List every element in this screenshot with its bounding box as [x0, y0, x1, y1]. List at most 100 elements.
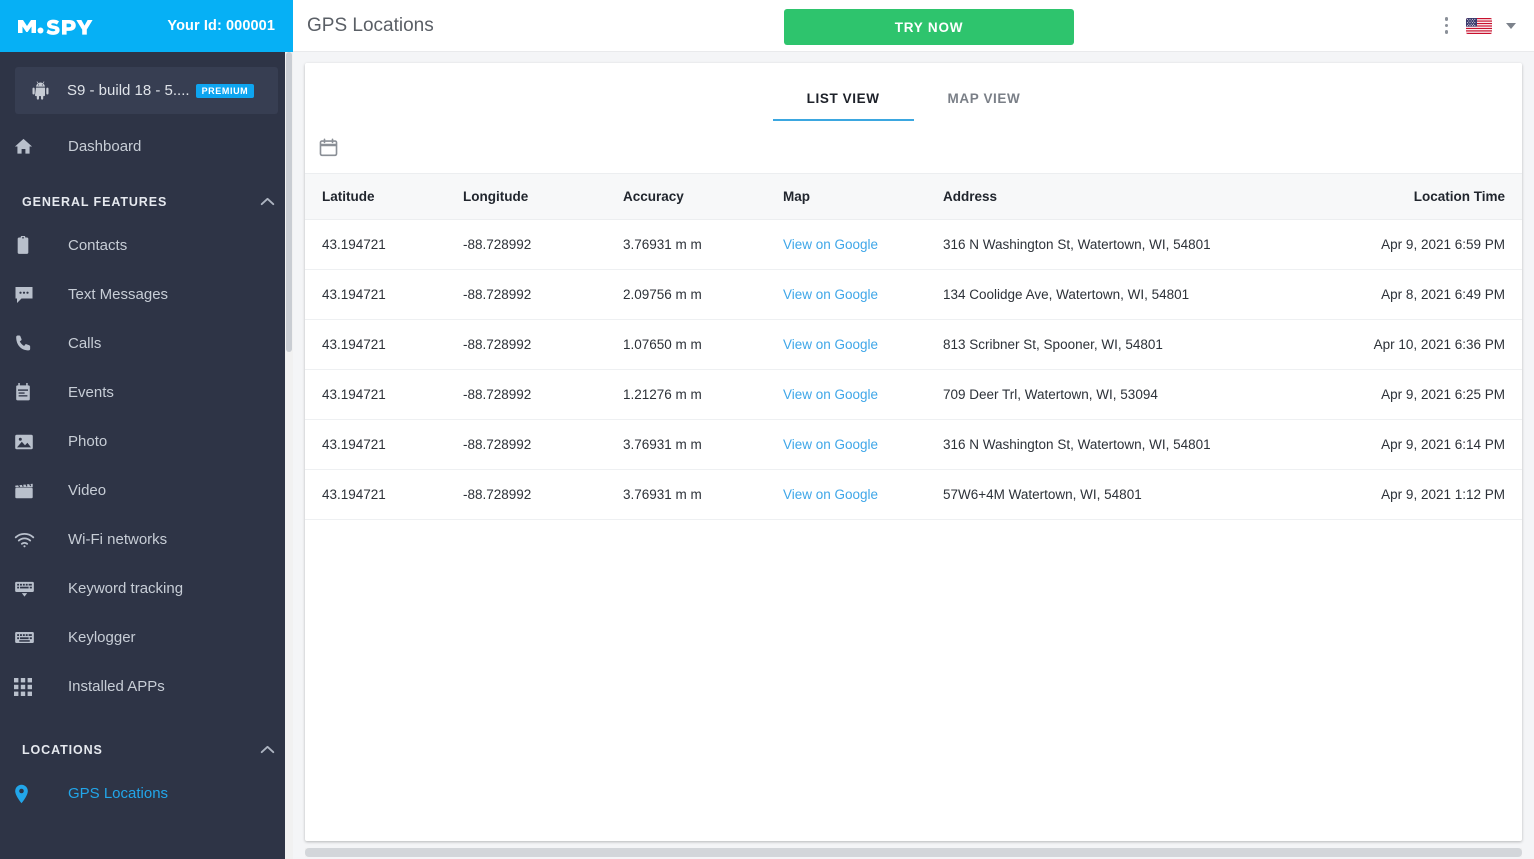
view-on-google-link[interactable]: View on Google: [783, 237, 878, 252]
cell-map[interactable]: View on Google: [783, 269, 943, 320]
sidebar-item-label: Events: [68, 384, 114, 401]
sidebar-section-locations[interactable]: LOCATIONS: [0, 711, 293, 769]
sidebar-item-keyword-tracking[interactable]: Keyword tracking: [0, 564, 293, 613]
grid-icon: [14, 677, 54, 696]
cell-map[interactable]: View on Google: [783, 219, 943, 270]
main-area: GPS Locations TRY NOW LIST VIEW MAP VIEW…: [293, 0, 1534, 859]
section-title: GENERAL FEATURES: [22, 195, 168, 209]
chevron-up-icon[interactable]: [260, 741, 275, 759]
sidebar-item-photo[interactable]: Photo: [0, 417, 293, 466]
wifi-icon: [14, 532, 54, 548]
sidebar-item-label: GPS Locations: [68, 785, 169, 802]
keyword-icon: [14, 580, 54, 598]
column-header-longitude[interactable]: Longitude: [463, 173, 623, 220]
cell-map[interactable]: View on Google: [783, 469, 943, 520]
view-on-google-link[interactable]: View on Google: [783, 337, 878, 352]
sidebar-item-label: Photo: [68, 433, 108, 450]
mspy-logo[interactable]: [16, 15, 104, 37]
sidebar-item-dashboard[interactable]: Dashboard: [0, 122, 293, 171]
message-icon: [14, 285, 54, 304]
cell-accuracy: 1.07650 m m: [623, 319, 783, 370]
android-icon: [27, 81, 53, 100]
filter-bar: [305, 121, 1522, 173]
view-on-google-link[interactable]: View on Google: [783, 487, 878, 502]
sidebar-item-label: Keylogger: [68, 629, 136, 646]
sidebar-item-label: Video: [68, 482, 107, 499]
more-vertical-icon[interactable]: [1441, 13, 1453, 38]
cell-accuracy: 3.76931 m m: [623, 219, 783, 270]
cell-map[interactable]: View on Google: [783, 319, 943, 370]
view-on-google-link[interactable]: View on Google: [783, 287, 878, 302]
cell-map[interactable]: View on Google: [783, 419, 943, 470]
sidebar-scrollbar-thumb[interactable]: [286, 52, 292, 352]
cell-longitude: -88.728992: [463, 419, 623, 470]
cell-accuracy: 2.09756 m m: [623, 269, 783, 320]
column-header-map[interactable]: Map: [783, 173, 943, 220]
calendar-icon: [14, 383, 54, 402]
horizontal-scrollbar-thumb[interactable]: [305, 848, 1522, 857]
sidebar-section-general-features[interactable]: GENERAL FEATURES: [0, 171, 293, 221]
horizontal-scrollbar[interactable]: [305, 848, 1522, 857]
cell-latitude: 43.194721: [305, 469, 463, 520]
sidebar-item-gps-locations[interactable]: GPS Locations: [0, 769, 293, 818]
view-on-google-link[interactable]: View on Google: [783, 437, 878, 452]
sidebar-item-calls[interactable]: Calls: [0, 319, 293, 368]
cell-address: 57W6+4M Watertown, WI, 54801: [943, 469, 1292, 520]
cell-longitude: -88.728992: [463, 219, 623, 270]
sidebar-item-events[interactable]: Events: [0, 368, 293, 417]
map-pin-icon: [14, 784, 54, 804]
table-row[interactable]: 43.194721 -88.728992 1.07650 m m View on…: [305, 319, 1522, 370]
table-row[interactable]: 43.194721 -88.728992 1.21276 m m View on…: [305, 369, 1522, 420]
table-row[interactable]: 43.194721 -88.728992 3.76931 m m View on…: [305, 419, 1522, 470]
sidebar: Your Id: 000001 S9 - build 18 - 5.... PR…: [0, 0, 293, 859]
brand-bar: Your Id: 000001: [0, 0, 293, 52]
section-title: LOCATIONS: [22, 743, 103, 757]
sidebar-item-contacts[interactable]: Contacts: [0, 221, 293, 270]
gps-locations-table: Latitude Longitude Accuracy Map Address …: [305, 173, 1522, 520]
sidebar-item-wifi-networks[interactable]: Wi-Fi networks: [0, 515, 293, 564]
cell-address: 813 Scribner St, Spooner, WI, 54801: [943, 319, 1292, 370]
cell-map[interactable]: View on Google: [783, 369, 943, 420]
table-row[interactable]: 43.194721 -88.728992 3.76931 m m View on…: [305, 469, 1522, 520]
cell-longitude: -88.728992: [463, 269, 623, 320]
cell-accuracy: 3.76931 m m: [623, 419, 783, 470]
cell-longitude: -88.728992: [463, 369, 623, 420]
sidebar-item-video[interactable]: Video: [0, 466, 293, 515]
view-on-google-link[interactable]: View on Google: [783, 387, 878, 402]
sidebar-item-keylogger[interactable]: Keylogger: [0, 613, 293, 662]
sidebar-item-text-messages[interactable]: Text Messages: [0, 270, 293, 319]
view-tabs: LIST VIEW MAP VIEW: [305, 63, 1522, 121]
sidebar-item-label: Contacts: [68, 237, 128, 254]
device-selector[interactable]: S9 - build 18 - 5.... PREMIUM: [15, 67, 278, 114]
column-header-location-time[interactable]: Location Time: [1292, 173, 1522, 220]
cell-longitude: -88.728992: [463, 319, 623, 370]
table-row[interactable]: 43.194721 -88.728992 3.76931 m m View on…: [305, 219, 1522, 270]
sidebar-item-label: Installed APPs: [68, 678, 165, 695]
table-header: Latitude Longitude Accuracy Map Address …: [305, 173, 1522, 220]
cell-location-time: Apr 9, 2021 6:25 PM: [1292, 369, 1522, 420]
tab-list-view[interactable]: LIST VIEW: [772, 91, 914, 121]
cell-location-time: Apr 9, 2021 6:14 PM: [1292, 419, 1522, 470]
column-header-latitude[interactable]: Latitude: [305, 173, 463, 220]
sidebar-item-label: Dashboard: [68, 138, 142, 155]
cell-location-time: Apr 8, 2021 6:49 PM: [1292, 269, 1522, 320]
us-flag-icon[interactable]: [1466, 17, 1492, 34]
chevron-down-icon[interactable]: [1506, 22, 1516, 29]
table-header-row: Latitude Longitude Accuracy Map Address …: [305, 173, 1522, 220]
sidebar-item-installed-apps[interactable]: Installed APPs: [0, 662, 293, 711]
table-row[interactable]: 43.194721 -88.728992 2.09756 m m View on…: [305, 269, 1522, 320]
sidebar-scrollbar[interactable]: [285, 52, 293, 859]
chevron-up-icon[interactable]: [260, 193, 275, 211]
cell-address: 316 N Washington St, Watertown, WI, 5480…: [943, 419, 1292, 470]
column-header-accuracy[interactable]: Accuracy: [623, 173, 783, 220]
try-now-button[interactable]: TRY NOW: [784, 9, 1074, 45]
calendar-icon[interactable]: [318, 137, 339, 158]
cell-accuracy: 1.21276 m m: [623, 369, 783, 420]
phone-icon: [14, 334, 54, 353]
contacts-icon: [14, 236, 54, 255]
column-header-address[interactable]: Address: [943, 173, 1292, 220]
cell-accuracy: 3.76931 m m: [623, 469, 783, 520]
sidebar-item-label: Text Messages: [68, 286, 169, 303]
tab-map-view[interactable]: MAP VIEW: [914, 91, 1055, 121]
cell-location-time: Apr 9, 2021 6:59 PM: [1292, 219, 1522, 270]
